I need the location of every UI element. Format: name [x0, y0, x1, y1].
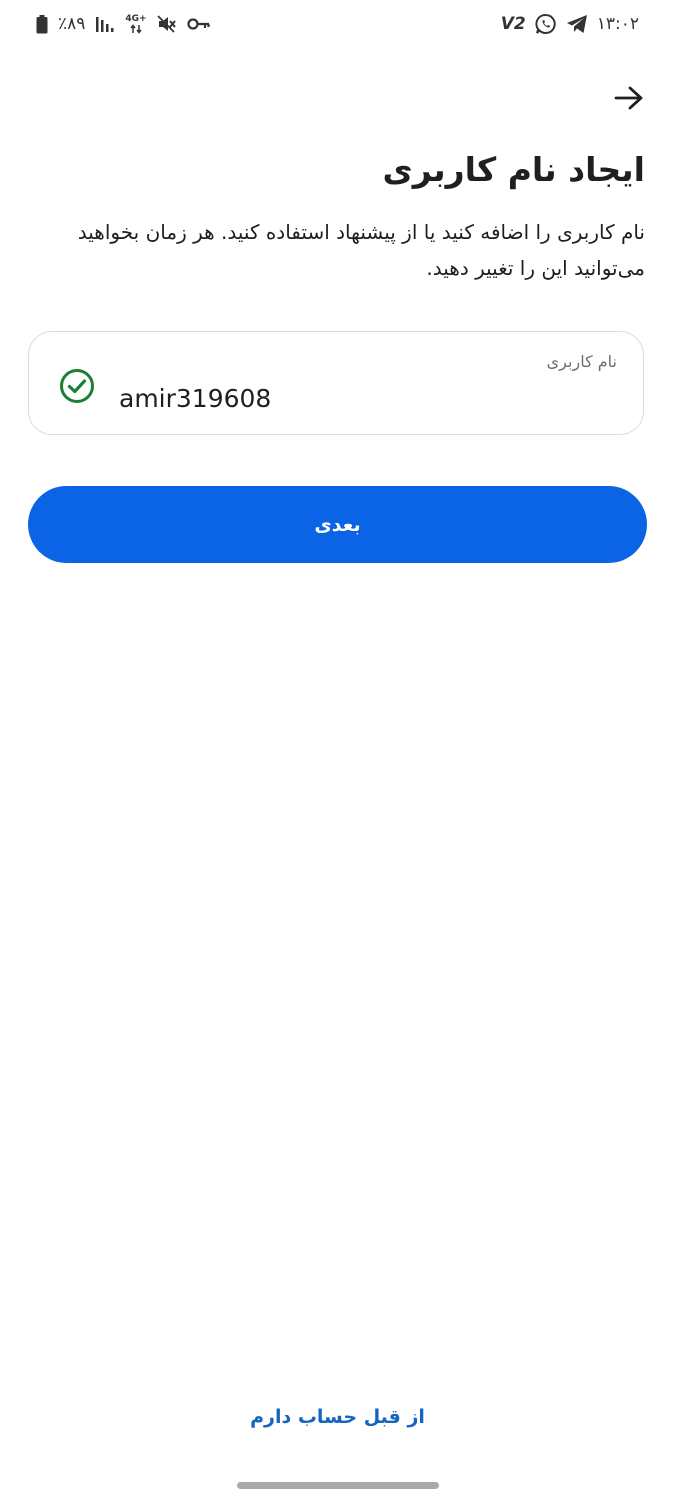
username-field[interactable]: نام کاربری	[28, 331, 644, 435]
vpn-key-icon	[187, 17, 211, 31]
status-time: ۱۳:۰۲	[596, 14, 639, 34]
username-input[interactable]	[119, 378, 539, 418]
status-bar-right: V2 ۱۳:۰۲	[501, 13, 639, 35]
signal-icon	[95, 16, 115, 33]
page-title: ایجاد نام کاربری	[382, 150, 645, 189]
status-bar-left: ٪۸۹ 4G+	[36, 13, 211, 35]
check-circle-icon	[59, 368, 95, 404]
arrow-right-icon	[614, 86, 643, 110]
username-field-label: نام کاربری	[546, 352, 617, 371]
existing-account-link[interactable]: از قبل حساب دارم	[0, 1406, 675, 1428]
back-button[interactable]	[611, 80, 647, 116]
network-4g-icon: 4G+	[125, 13, 147, 34]
page-description: نام کاربری را اضافه کنید یا از پیشنهاد ا…	[77, 220, 645, 280]
status-bar: ٪۸۹ 4G+ V2 ۱۳:۰۲	[0, 0, 675, 50]
network-type-label: 4G+	[125, 13, 147, 24]
telegram-icon	[566, 14, 588, 34]
battery-percent: ٪۸۹	[58, 14, 86, 34]
battery-icon	[36, 14, 48, 34]
mute-icon	[156, 15, 177, 33]
vpn-label: V2	[500, 14, 526, 34]
whatsapp-icon	[535, 13, 557, 35]
next-button[interactable]: بعدی	[28, 486, 647, 563]
home-indicator[interactable]	[237, 1482, 439, 1489]
